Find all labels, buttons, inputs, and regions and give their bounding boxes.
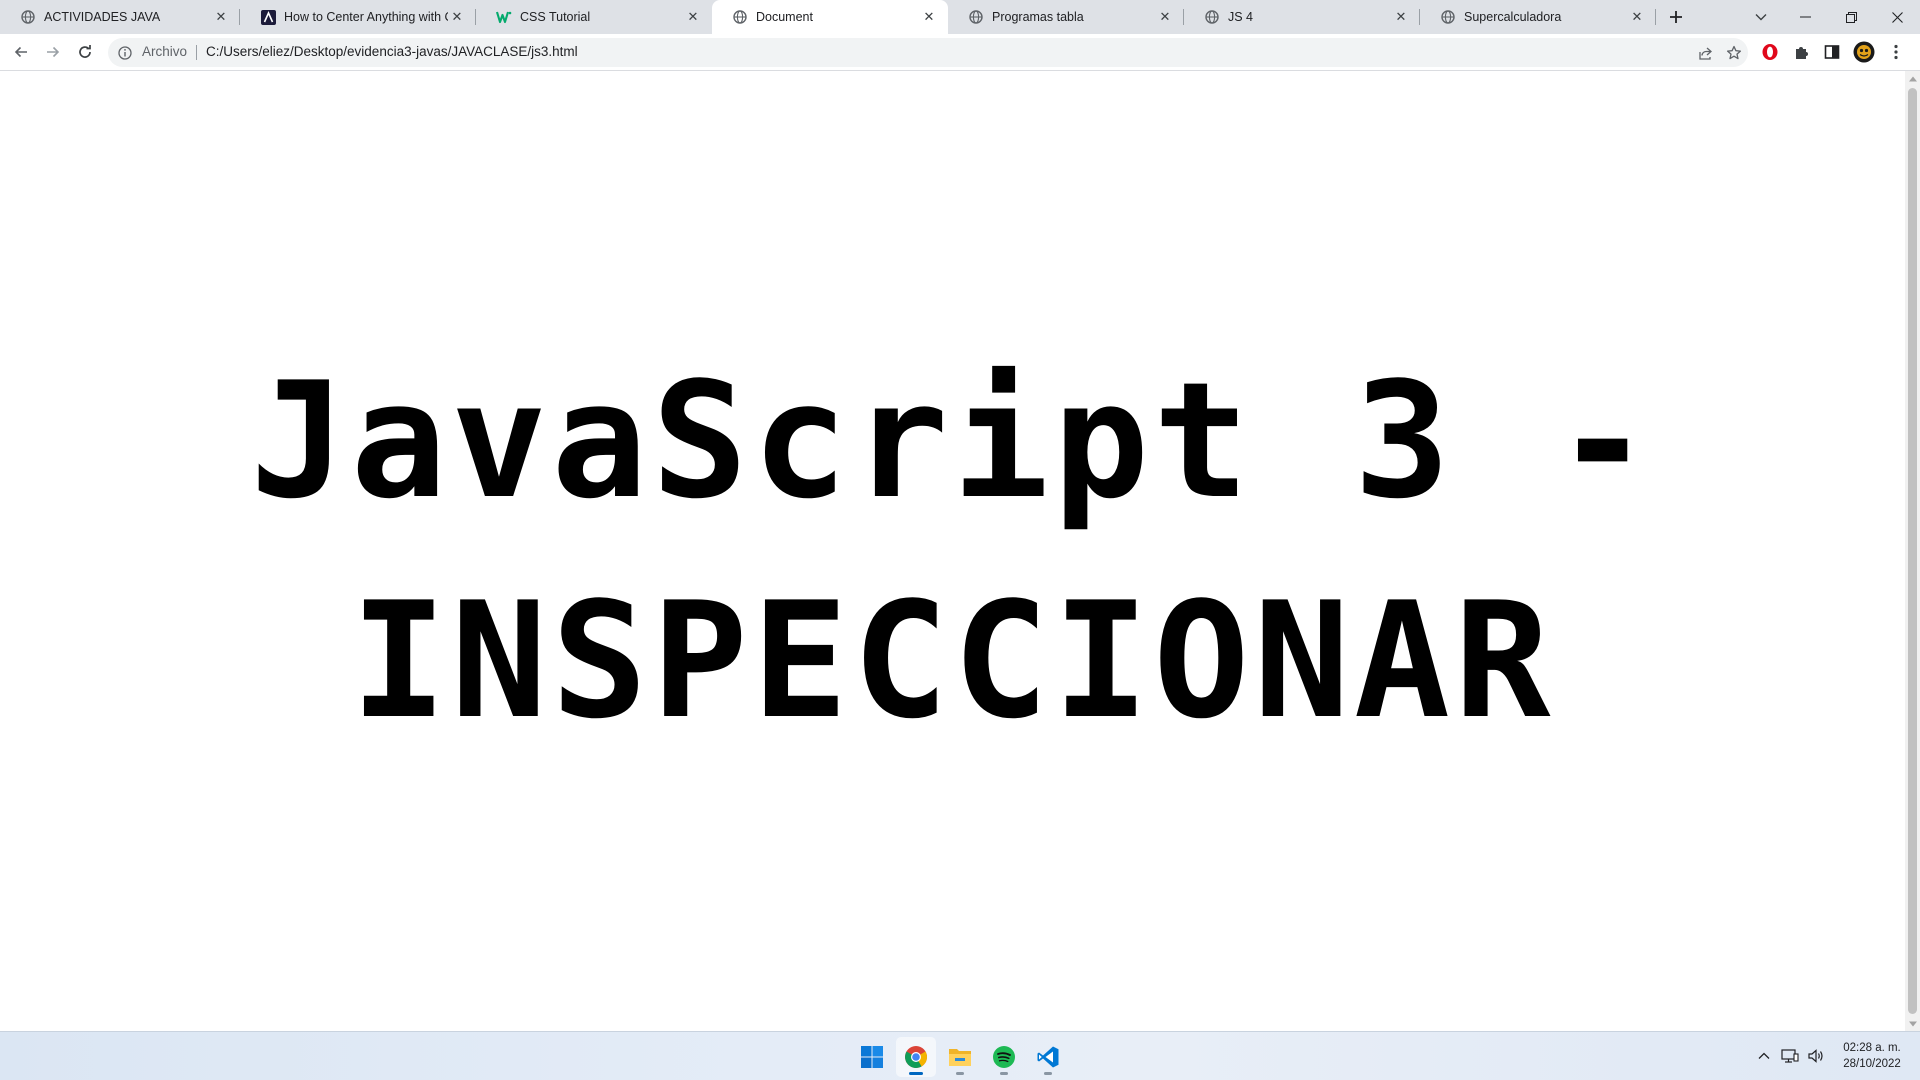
tab-actividades-java[interactable]: ACTIVIDADES JAVA ✕ bbox=[0, 0, 240, 34]
tab-title: Supercalculadora bbox=[1464, 10, 1562, 24]
running-app-indicator bbox=[1044, 1072, 1052, 1075]
arrow-left-icon bbox=[14, 46, 27, 58]
restore-icon bbox=[1845, 11, 1857, 23]
volume-icon[interactable] bbox=[1806, 1046, 1826, 1066]
network-icon[interactable] bbox=[1780, 1046, 1800, 1066]
reload-icon bbox=[79, 45, 91, 58]
close-icon bbox=[1891, 11, 1903, 23]
close-icon[interactable]: ✕ bbox=[920, 8, 938, 26]
show-hidden-icons-chevron-up-icon[interactable] bbox=[1754, 1046, 1774, 1066]
tab-title: CSS Tutorial bbox=[520, 10, 591, 24]
extensions-puzzle-icon[interactable] bbox=[1790, 40, 1814, 64]
start-button[interactable] bbox=[852, 1037, 892, 1077]
globe-icon bbox=[1440, 9, 1456, 25]
minimize-icon bbox=[1799, 16, 1811, 18]
share-icon[interactable] bbox=[1696, 43, 1716, 63]
running-app-indicator bbox=[1000, 1072, 1008, 1075]
chrome-icon bbox=[905, 1046, 927, 1068]
forward-button[interactable] bbox=[39, 38, 67, 66]
taskbar-chrome[interactable] bbox=[896, 1037, 936, 1077]
taskbar-file-explorer[interactable] bbox=[940, 1037, 980, 1077]
close-icon[interactable]: ✕ bbox=[1156, 8, 1174, 26]
tab-document[interactable]: Document ✕ bbox=[712, 0, 948, 34]
scheme-label: Archivo bbox=[142, 44, 188, 59]
reload-button[interactable] bbox=[71, 38, 99, 66]
tab-title: Programas tabla bbox=[992, 10, 1084, 24]
tab-js-4[interactable]: JS 4 ✕ bbox=[1184, 0, 1420, 34]
page-viewport: JavaScript 3 - INSPECCIONAR bbox=[0, 71, 1905, 1031]
globe-icon bbox=[1204, 9, 1220, 25]
tab-supercalculadora[interactable]: Supercalculadora ✕ bbox=[1420, 0, 1656, 34]
arrow-right-icon bbox=[47, 46, 60, 58]
running-app-indicator bbox=[956, 1072, 964, 1075]
back-button[interactable] bbox=[7, 38, 35, 66]
tab-search-button[interactable] bbox=[1748, 4, 1774, 30]
tab-title: ACTIVIDADES JAVA bbox=[44, 10, 161, 24]
close-icon[interactable]: ✕ bbox=[1628, 8, 1646, 26]
close-icon[interactable]: ✕ bbox=[448, 8, 466, 26]
globe-icon bbox=[20, 9, 36, 25]
tab-separator bbox=[1655, 9, 1656, 25]
start-icon bbox=[861, 1046, 883, 1068]
scroll-up-arrow-icon[interactable] bbox=[1905, 71, 1920, 86]
taskbar-clock[interactable]: 02:28 a. m. 28/10/2022 bbox=[1832, 1040, 1912, 1072]
address-bar[interactable]: Archivo C:/Users/eliez/Desktop/evidencia… bbox=[108, 38, 1748, 67]
info-icon[interactable] bbox=[116, 44, 134, 62]
profile-avatar[interactable] bbox=[1852, 40, 1876, 64]
file-explorer-icon bbox=[949, 1049, 971, 1066]
bookmark-star-icon[interactable] bbox=[1724, 43, 1744, 63]
window-close-button[interactable] bbox=[1874, 0, 1920, 34]
menu-kebab-icon[interactable] bbox=[1884, 40, 1908, 64]
browser-toolbar: Archivo C:/Users/eliez/Desktop/evidencia… bbox=[0, 34, 1920, 71]
url-text[interactable]: C:/Users/eliez/Desktop/evidencia3-javas/… bbox=[206, 44, 578, 59]
tab-css-tutorial[interactable]: CSS Tutorial ✕ bbox=[476, 0, 712, 34]
tab-strip: ACTIVIDADES JAVA ✕ How to Center Anythin… bbox=[0, 0, 1920, 34]
restore-button[interactable] bbox=[1828, 0, 1874, 34]
tab-programas-tabla[interactable]: Programas tabla ✕ bbox=[948, 0, 1184, 34]
page-heading: JavaScript 3 - INSPECCIONAR bbox=[250, 347, 1655, 754]
plus-icon bbox=[1670, 11, 1682, 23]
spotify-icon bbox=[993, 1046, 1015, 1068]
taskbar-vscode[interactable] bbox=[1028, 1037, 1068, 1077]
side-panel-icon[interactable] bbox=[1820, 40, 1844, 64]
opera-extension-icon[interactable] bbox=[1758, 40, 1782, 64]
active-app-indicator bbox=[909, 1072, 923, 1075]
w3schools-icon bbox=[496, 9, 512, 25]
tab-title: JS 4 bbox=[1228, 10, 1254, 24]
new-tab-button[interactable] bbox=[1663, 4, 1689, 30]
tab-title: How to Center Anything with CSS bbox=[284, 10, 448, 24]
taskbar-spotify[interactable] bbox=[984, 1037, 1024, 1077]
vertical-scrollbar[interactable] bbox=[1905, 71, 1920, 1031]
chevron-down-icon bbox=[1755, 14, 1767, 21]
close-icon[interactable]: ✕ bbox=[212, 8, 230, 26]
globe-icon bbox=[968, 9, 984, 25]
address-divider bbox=[196, 45, 197, 60]
tab-how-to-center[interactable]: How to Center Anything with CSS ✕ bbox=[240, 0, 476, 34]
vscode-icon bbox=[1037, 1046, 1059, 1068]
close-icon[interactable]: ✕ bbox=[684, 8, 702, 26]
close-icon[interactable]: ✕ bbox=[1392, 8, 1410, 26]
windows-taskbar: 02:28 a. m. 28/10/2022 bbox=[0, 1031, 1920, 1080]
globe-icon bbox=[732, 9, 748, 25]
scrollbar-thumb[interactable] bbox=[1908, 88, 1917, 1014]
minimize-button[interactable] bbox=[1782, 0, 1828, 34]
clock-date: 28/10/2022 bbox=[1843, 1058, 1901, 1070]
a-logo-icon bbox=[260, 9, 276, 25]
scroll-down-arrow-icon[interactable] bbox=[1905, 1016, 1920, 1031]
tab-title: Document bbox=[756, 10, 813, 24]
clock-time: 02:28 a. m. bbox=[1843, 1042, 1901, 1054]
